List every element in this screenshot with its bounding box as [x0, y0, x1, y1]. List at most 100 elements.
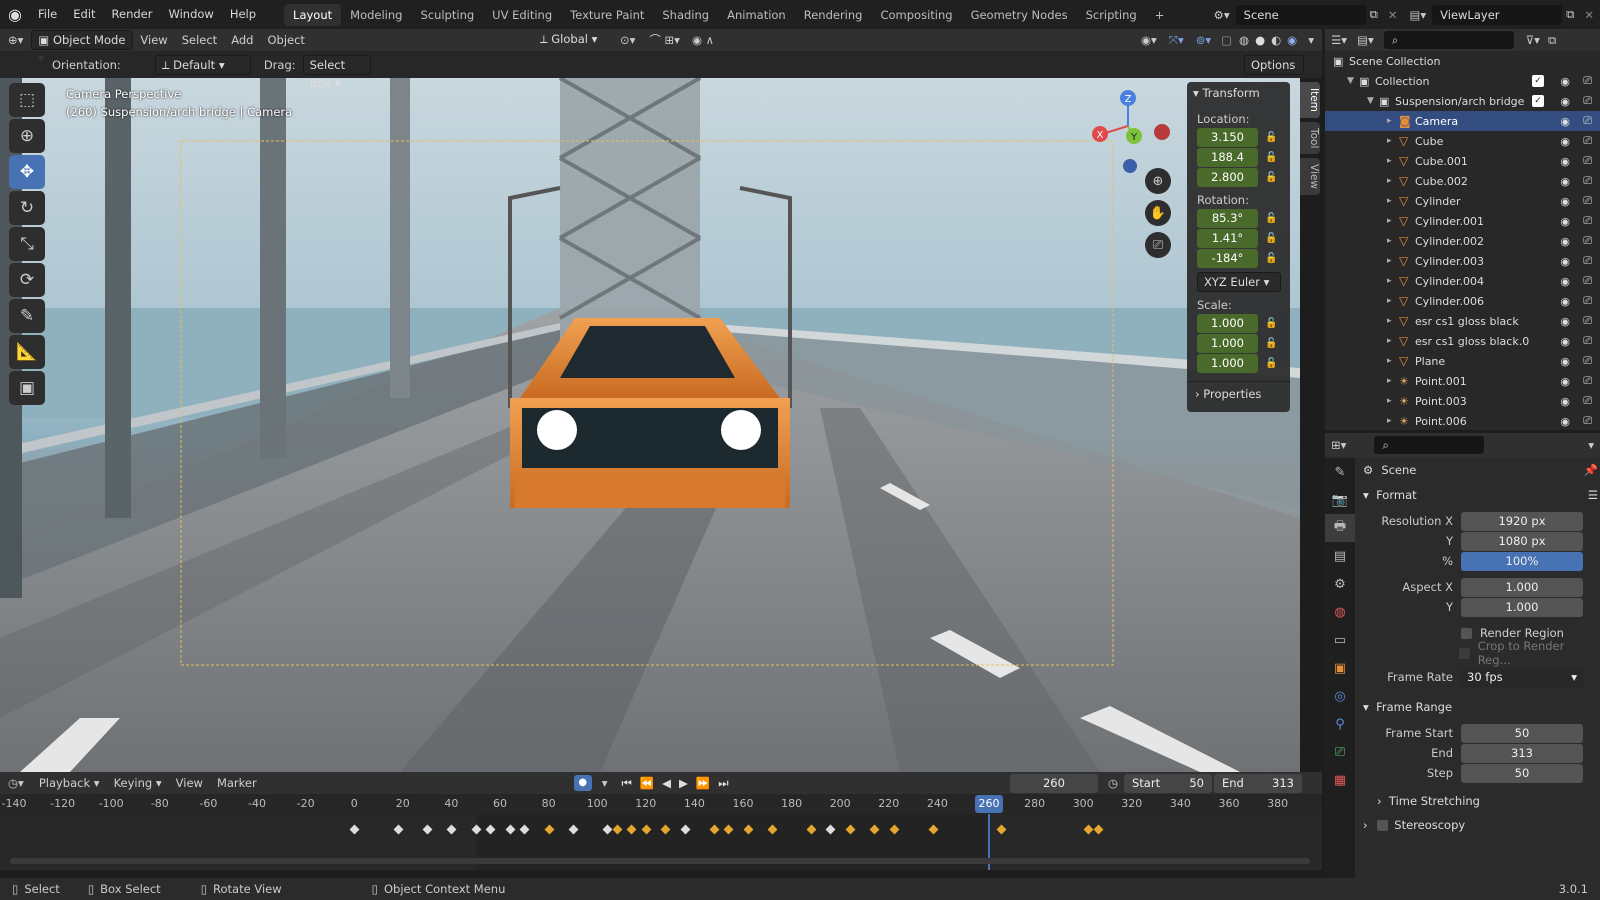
- tab-uv-editing[interactable]: UV Editing: [483, 4, 561, 26]
- frame-start-field[interactable]: 50: [1461, 723, 1583, 743]
- 3d-viewport[interactable]: Camera Perspective (260) Suspension/arch…: [0, 78, 1300, 772]
- render-camera-icon[interactable]: ⎚: [1583, 174, 1592, 188]
- tab-compositing[interactable]: Compositing: [871, 4, 961, 26]
- shading-material-icon[interactable]: ◐: [1268, 33, 1284, 47]
- cursor-tool-icon[interactable]: ⊕: [9, 119, 45, 153]
- eye-icon[interactable]: ◉: [1560, 375, 1570, 388]
- xray-icon[interactable]: ▢: [1217, 33, 1236, 47]
- rotation-mode-dropdown[interactable]: XYZ Euler ▾: [1197, 272, 1281, 292]
- measure-tool-icon[interactable]: 📐: [9, 335, 45, 369]
- lock-icon[interactable]: 🔓: [1265, 152, 1279, 163]
- frame-step-field[interactable]: 50: [1461, 763, 1583, 783]
- eye-icon[interactable]: ◉: [1560, 295, 1570, 308]
- tab-shading[interactable]: Shading: [653, 4, 718, 26]
- outliner-item-cylinder-002[interactable]: ▸ ▽ Cylinder.002 ◉ ⎚: [1325, 231, 1600, 251]
- scale-tool-icon[interactable]: ⤡: [9, 227, 45, 261]
- eye-icon[interactable]: ◉: [1560, 275, 1570, 288]
- outliner-item-cylinder-003[interactable]: ▸ ▽ Cylinder.003 ◉ ⎚: [1325, 251, 1600, 271]
- record-options-icon[interactable]: ▾: [592, 776, 618, 790]
- tab-scripting[interactable]: Scripting: [1077, 4, 1146, 26]
- mode-dropdown[interactable]: ▣ Object Mode ▾: [31, 30, 134, 65]
- menu-file[interactable]: File: [30, 0, 65, 29]
- tab-texture-paint[interactable]: Texture Paint: [561, 4, 653, 26]
- transform-header[interactable]: ▾ Transform: [1187, 82, 1290, 104]
- frame-rate-dropdown[interactable]: 30 fps ▾: [1461, 667, 1583, 687]
- resolution-percent-slider[interactable]: 100%: [1461, 551, 1583, 571]
- menu-marker[interactable]: Marker: [210, 776, 264, 790]
- outliner-scene-collection[interactable]: ▣ Scene Collection: [1325, 51, 1600, 71]
- outliner-item-gloss-black-0[interactable]: ▸ ▽ esr cs1 gloss black.0 ◉ ⎚: [1325, 331, 1600, 351]
- render-camera-icon[interactable]: ⎚: [1583, 94, 1592, 108]
- eye-icon[interactable]: ◉: [1560, 215, 1570, 228]
- eye-icon[interactable]: ◉: [1560, 415, 1570, 428]
- outliner-bridge-collection[interactable]: ▼ ▣ Suspension/arch bridge ✓ ◉ ⎚: [1325, 91, 1600, 111]
- render-camera-icon[interactable]: ⎚: [1583, 234, 1592, 248]
- view-layer-field[interactable]: ViewLayer: [1432, 4, 1563, 25]
- shading-wireframe-icon[interactable]: ◍: [1236, 33, 1252, 47]
- eye-icon[interactable]: ◉: [1560, 335, 1570, 348]
- lock-icon[interactable]: 🔓: [1265, 338, 1279, 349]
- eye-icon[interactable]: ◉: [1560, 355, 1570, 368]
- menu-view-timeline[interactable]: View: [169, 776, 210, 790]
- options-dropdown[interactable]: Options ▾: [1244, 54, 1304, 90]
- location-x-field[interactable]: 3.150: [1197, 128, 1258, 147]
- add-cube-tool-icon[interactable]: ▣: [9, 371, 45, 405]
- render-region-checkbox[interactable]: [1461, 627, 1472, 639]
- eye-icon[interactable]: ◉: [1560, 235, 1570, 248]
- scene-field[interactable]: Scene: [1235, 4, 1366, 25]
- output-tab-icon[interactable]: 🖶: [1325, 514, 1355, 542]
- menu-help[interactable]: Help: [222, 0, 264, 29]
- orientation-dropdown[interactable]: ⟂ Default ▾: [154, 54, 251, 75]
- rotation-z-field[interactable]: -184°: [1197, 249, 1258, 268]
- outliner-item-cube-001[interactable]: ▸ ▽ Cube.001 ◉ ⎚: [1325, 151, 1600, 171]
- aspect-x-field[interactable]: 1.000: [1461, 577, 1583, 597]
- render-camera-icon[interactable]: ⎚: [1583, 354, 1592, 368]
- menu-edit[interactable]: Edit: [65, 0, 103, 29]
- editor-type-icon[interactable]: ☰▾: [1331, 33, 1347, 47]
- transform-tool-icon[interactable]: ⟳: [9, 263, 45, 297]
- lock-icon[interactable]: 🔓: [1265, 358, 1279, 369]
- render-camera-icon[interactable]: ⎚: [1583, 394, 1592, 408]
- resolution-x-field[interactable]: 1920 px: [1461, 511, 1583, 531]
- world-tab-icon[interactable]: ◍: [1325, 598, 1355, 626]
- shading-rendered-icon[interactable]: ◉: [1284, 33, 1300, 47]
- render-camera-icon[interactable]: ⎚: [1583, 334, 1592, 348]
- proportional-edit-icon[interactable]: ◉ ∧: [686, 33, 720, 47]
- physics-tab-icon[interactable]: ◎: [1325, 682, 1355, 710]
- eye-icon[interactable]: ◉: [1560, 75, 1570, 88]
- outliner-search-input[interactable]: ⌕: [1383, 31, 1514, 49]
- tab-sculpting[interactable]: Sculpting: [411, 4, 483, 26]
- stereoscopy-checkbox[interactable]: [1377, 819, 1389, 831]
- render-camera-icon[interactable]: ⎚: [1583, 154, 1592, 168]
- shading-solid-icon[interactable]: ●: [1252, 33, 1268, 47]
- render-camera-icon[interactable]: ⎚: [1583, 194, 1592, 208]
- outliner-item-cylinder-006[interactable]: ▸ ▽ Cylinder.006 ◉ ⎚: [1325, 291, 1600, 311]
- tab-item[interactable]: Item: [1300, 82, 1320, 118]
- blender-logo-icon[interactable]: ◉: [0, 0, 30, 29]
- texture-tab-icon[interactable]: ▦: [1325, 766, 1355, 794]
- outliner-item-point-003[interactable]: ▸ ☀ Point.003 ◉ ⎚: [1325, 391, 1600, 411]
- tab-geometry-nodes[interactable]: Geometry Nodes: [962, 4, 1077, 26]
- render-camera-icon[interactable]: ⎚: [1583, 294, 1592, 308]
- outliner-item-cylinder[interactable]: ▸ ▽ Cylinder ◉ ⎚: [1325, 191, 1600, 211]
- shading-options-icon[interactable]: ▾: [1300, 33, 1322, 47]
- lock-icon[interactable]: 🔓: [1265, 132, 1279, 143]
- select-box-tool-icon[interactable]: ⬚: [9, 83, 45, 117]
- object-tab-icon[interactable]: ▣: [1325, 654, 1355, 682]
- eye-icon[interactable]: ◉: [1560, 175, 1570, 188]
- start-frame-field[interactable]: Start 50: [1124, 773, 1212, 793]
- play-reverse-icon[interactable]: ◀: [658, 776, 675, 790]
- scene-icon[interactable]: ⚙▾: [1208, 8, 1236, 22]
- display-mode-icon[interactable]: ▤▾: [1357, 33, 1374, 47]
- filter-icon[interactable]: ⊽▾: [1526, 33, 1540, 47]
- expand-icon[interactable]: ▼: [1347, 76, 1359, 86]
- clock-icon[interactable]: ◷: [1102, 776, 1124, 790]
- jump-end-icon[interactable]: ⏭: [714, 776, 732, 791]
- editor-type-icon[interactable]: ◷▾: [0, 776, 32, 790]
- tool-tab-icon[interactable]: ✎: [1325, 458, 1355, 486]
- timeline-ruler[interactable]: -140 -120 -100 -80 -60 -40 -20 0 20 40 60 80 100 120 1…: [0, 794, 1322, 814]
- zoom-icon[interactable]: ⊕: [1145, 168, 1171, 194]
- exclude-checkbox[interactable]: ✓: [1532, 95, 1544, 107]
- preset-list-icon[interactable]: ☰: [1588, 488, 1598, 502]
- scale-y-field[interactable]: 1.000: [1197, 334, 1258, 353]
